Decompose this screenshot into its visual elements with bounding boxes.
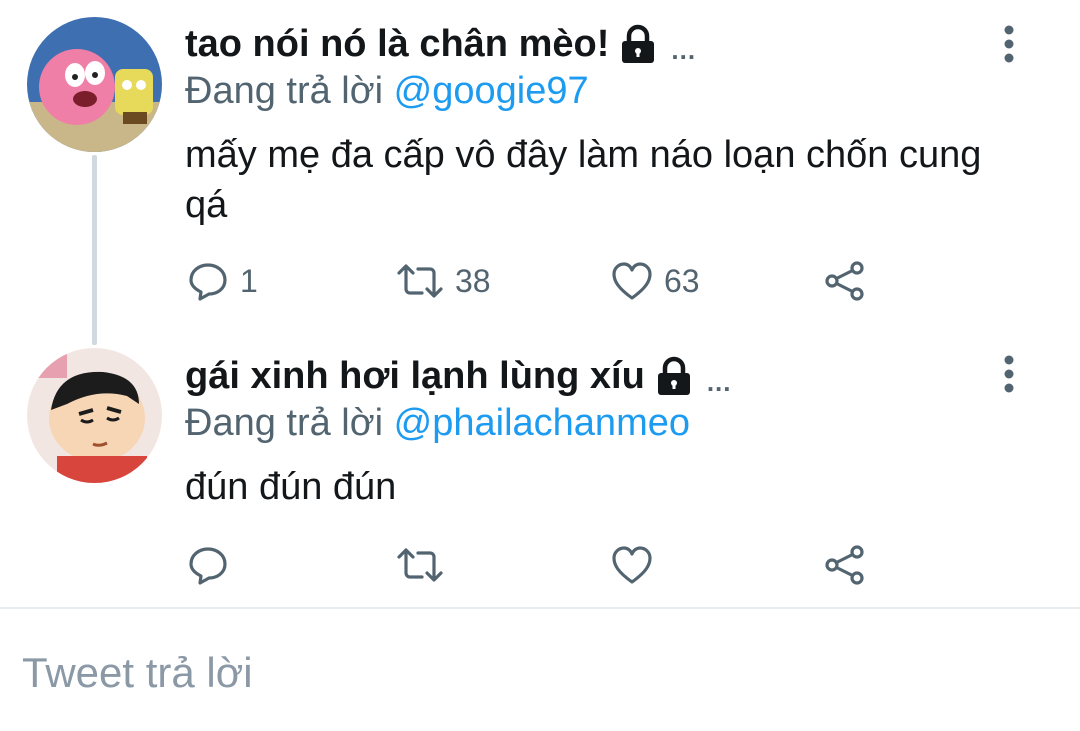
thread-connector bbox=[92, 155, 97, 345]
lock-icon bbox=[655, 356, 693, 396]
avatar[interactable] bbox=[27, 17, 162, 152]
tweet-header: gái xinh hơi lạnh lùng xíu ... bbox=[185, 352, 731, 400]
share-icon bbox=[825, 545, 864, 585]
replying-to-label: Đang trả lời bbox=[185, 402, 384, 444]
reply-composer bbox=[0, 609, 1080, 731]
author-name[interactable]: gái xinh hơi lạnh lùng xíu bbox=[185, 355, 645, 398]
replying-to: Đang trả lời @googie97 bbox=[185, 70, 589, 113]
name-truncation: ... bbox=[706, 366, 732, 397]
lock-icon bbox=[619, 24, 657, 64]
more-vertical-icon[interactable] bbox=[996, 24, 1022, 64]
share-icon bbox=[825, 261, 864, 301]
retweet-icon bbox=[397, 548, 443, 582]
retweet-button[interactable]: 38 bbox=[395, 256, 491, 306]
author-name[interactable]: tao nói nó là chân mèo! bbox=[185, 23, 609, 66]
replying-to-label: Đang trả lời bbox=[185, 70, 384, 112]
share-button[interactable] bbox=[823, 256, 867, 306]
retweet-icon bbox=[397, 264, 443, 298]
reply-count: 1 bbox=[240, 262, 258, 299]
name-truncation: ... bbox=[671, 34, 697, 65]
retweet-button[interactable] bbox=[395, 540, 455, 590]
tweet-actions bbox=[0, 540, 1080, 590]
tweet[interactable]: tao nói nó là chân mèo! ... Đang trả lời… bbox=[0, 0, 1080, 345]
reply-button[interactable] bbox=[186, 540, 240, 590]
heart-icon bbox=[612, 546, 652, 584]
avatar[interactable] bbox=[27, 348, 162, 483]
share-button[interactable] bbox=[823, 540, 867, 590]
tweet-header: tao nói nó là chân mèo! ... bbox=[185, 20, 696, 68]
heart-icon bbox=[612, 262, 652, 300]
tweet-text: mấy mẹ đa cấp vô đây làm náo loạn chốn c… bbox=[185, 134, 982, 226]
like-button[interactable]: 63 bbox=[610, 256, 700, 306]
like-button[interactable] bbox=[610, 540, 664, 590]
replying-to: Đang trả lời @phailachanmeo bbox=[185, 402, 690, 445]
reply-input[interactable] bbox=[22, 645, 1022, 701]
tweet-text: đún đún đún bbox=[185, 466, 397, 508]
reply-icon bbox=[189, 263, 227, 301]
like-count: 63 bbox=[664, 262, 700, 299]
reply-button[interactable]: 1 bbox=[186, 256, 258, 306]
reply-handle-link[interactable]: @phailachanmeo bbox=[394, 402, 690, 444]
reply-icon bbox=[189, 547, 227, 585]
retweet-count: 38 bbox=[455, 262, 491, 299]
tweet-actions: 1 38 63 bbox=[0, 256, 1080, 306]
more-vertical-icon[interactable] bbox=[996, 354, 1022, 394]
tweet[interactable]: gái xinh hơi lạnh lùng xíu ... Đang trả … bbox=[0, 340, 1080, 608]
reply-handle-link[interactable]: @googie97 bbox=[394, 70, 589, 112]
